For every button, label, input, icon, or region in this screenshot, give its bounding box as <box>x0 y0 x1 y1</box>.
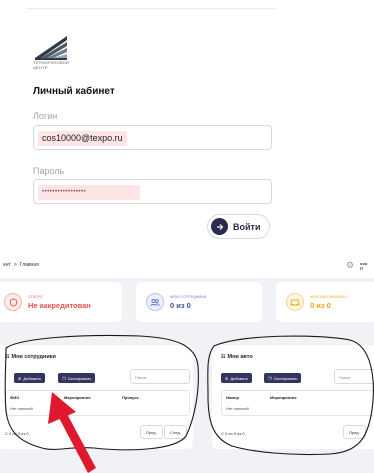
cars-table: Номер Мероприятие Нет записей <box>221 390 374 416</box>
dashboard-screen: ент > Главная ⚙ ооо П СТАТУС Не аккредитов… <box>0 252 374 473</box>
pagination-info: С 0 по 0 из 0 <box>5 431 29 436</box>
column-header[interactable]: Пропуск <box>122 395 139 400</box>
logo-text: ТЕРМОРИЗОВОЙ ЦЕНТР <box>33 60 70 70</box>
breadcrumb: ент > Главная <box>3 262 39 268</box>
prev-page-button[interactable]: Пред. <box>140 425 163 439</box>
login-field[interactable]: cos10000@texpo.ru <box>33 125 272 150</box>
column-header[interactable]: ФИО <box>10 395 19 400</box>
car-icon <box>286 293 304 311</box>
employees-card: МОИ СОТРУДНИКИ 0 из 0 <box>136 282 262 322</box>
cars-panel-title: ☷ Мои авто <box>221 354 253 360</box>
cars-card-value: 0 из 0 <box>310 300 331 310</box>
pagination-info: С 0 по 0 из 0 <box>221 431 245 436</box>
employees-panel: ☷ Мои сотрудники ⊕ Добавить ❐ Скопировать П… <box>0 345 193 449</box>
plus-icon: ⊕ <box>18 375 22 381</box>
empty-text: Нет записей <box>10 406 33 411</box>
employees-card-title: МОИ СОТРУДНИКИ <box>170 294 207 299</box>
user-menu[interactable]: ооо П <box>360 261 367 271</box>
cars-search-input[interactable]: Поиск <box>334 369 374 384</box>
dashboard-header: ент > Главная ⚙ ооо П <box>0 252 374 278</box>
breadcrumb-prev[interactable]: ент <box>3 262 11 268</box>
list-icon: ☷ <box>221 354 226 360</box>
add-car-button[interactable]: ⊕ Добавить <box>221 373 253 383</box>
login-label: Логин <box>33 111 58 121</box>
people-icon <box>146 293 164 311</box>
copy-icon: ❐ <box>62 375 66 381</box>
copy-employee-button[interactable]: ❐ Скопировать <box>58 373 96 383</box>
copy-icon: ❐ <box>268 375 272 381</box>
login-button-label: Войти <box>233 221 261 232</box>
plus-icon: ⊕ <box>225 375 229 381</box>
login-value: cos10000@texpo.ru <box>38 131 127 146</box>
column-header[interactable]: Номер <box>226 395 239 400</box>
list-icon: ☷ <box>5 354 10 360</box>
cars-panel: ☷ Мои авто ⊕ Добавить ❐ Скопировать Поиск Н… <box>212 345 374 449</box>
status-card-value: Не аккредитован <box>28 300 91 310</box>
breadcrumb-separator: > <box>13 262 17 268</box>
employees-card-value: 0 из 0 <box>170 300 191 310</box>
prev-page-button[interactable]: Пред. <box>343 425 366 439</box>
empty-text: Нет записей <box>226 406 249 411</box>
cars-card: МОИ АВТОМОБИЛИ 0 из 0 <box>276 282 374 322</box>
shield-icon <box>4 293 22 311</box>
breadcrumb-current: Главная <box>19 262 39 268</box>
employees-panel-title: ☷ Мои сотрудники <box>5 354 56 360</box>
copy-car-button[interactable]: ❐ Скопировать <box>264 373 302 383</box>
next-page-button[interactable]: След. <box>164 425 187 439</box>
password-field[interactable]: ••••••••••••••••• <box>33 179 272 204</box>
password-value: ••••••••••••••••• <box>38 185 140 200</box>
add-employee-button[interactable]: ⊕ Добавить <box>14 373 46 383</box>
login-button[interactable]: Войти <box>207 214 270 239</box>
arrow-right-icon <box>211 218 228 235</box>
divider <box>26 8 276 9</box>
password-label: Пароль <box>33 166 65 176</box>
page-title: Личный кабинет <box>33 86 115 97</box>
login-screen: ТЕРМОРИЗОВОЙ ЦЕНТР Личный кабинет Логин … <box>0 0 374 248</box>
gear-icon[interactable]: ⚙ <box>346 260 354 271</box>
column-header[interactable]: Мероприятие <box>270 395 297 400</box>
employees-search-input[interactable]: Поиск <box>130 369 190 384</box>
employees-table: ФИО Мероприятие Пропуск Нет записей <box>5 390 190 416</box>
cars-card-title: МОИ АВТОМОБИЛИ <box>310 294 348 299</box>
column-header[interactable]: Мероприятие <box>64 395 91 400</box>
status-card-title: СТАТУС <box>28 294 43 299</box>
status-card: СТАТУС Не аккредитован <box>0 282 122 322</box>
